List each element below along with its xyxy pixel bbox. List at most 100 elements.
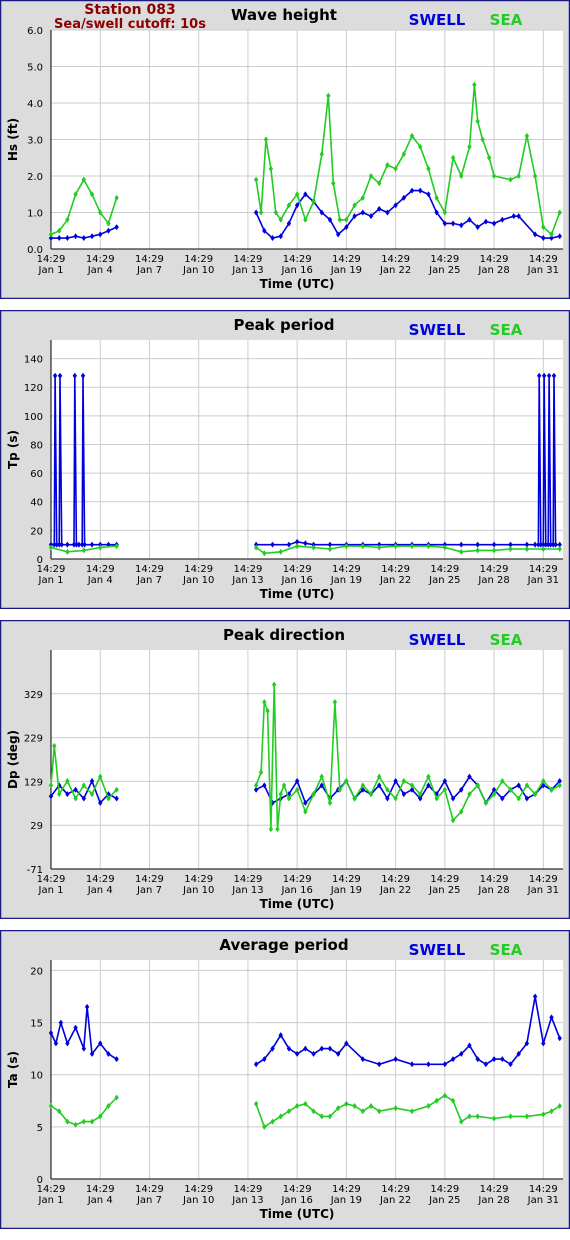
average-period-chart: 0510152014:29Jan 114:29Jan 414:29Jan 714… (0, 929, 570, 1230)
x-axis-label: Time (UTC) (260, 277, 335, 291)
x-tick-time: 14:29 (381, 1184, 410, 1195)
y-axis-label: Tp (s) (6, 430, 20, 469)
x-tick-time: 14:29 (283, 254, 312, 265)
x-tick-date: Jan 4 (87, 1195, 113, 1206)
x-tick-date: Jan 13 (231, 575, 263, 586)
peak-direction-panel: -71 29 129 229 329 14:29 Jan 1 14:29 Jan 4 14:29 J… (0, 619, 570, 920)
x-tick-date: Jan 28 (477, 265, 509, 276)
x-tick-time: 14:29 (135, 1184, 164, 1195)
x-tick-date: Jan 13 (231, 1195, 263, 1206)
x-tick-date: Jan 7 (136, 575, 162, 586)
wave-height-chart: 0.01.02.03.04.05.06.014:29Jan 114:29Jan … (0, 0, 570, 300)
average-period-panel: 0 5 10 15 20 14:29 Jan 1 14:29 Jan 4 14:29 Jan 7 14… (0, 929, 570, 1230)
x-tick-time: 14:29 (430, 1184, 459, 1195)
x-tick-time: 14:29 (234, 254, 263, 265)
x-tick-date: Jan 25 (428, 885, 460, 896)
legend-sea: SEA (490, 631, 523, 649)
x-tick-date: Jan 22 (379, 1195, 411, 1206)
x-tick-time: 14:29 (184, 254, 213, 265)
legend-swell: SWELL (409, 631, 466, 649)
y-tick-label: 1.0 (27, 209, 43, 220)
y-tick-label: 329 (24, 690, 43, 701)
y-tick-label: 229 (24, 734, 43, 745)
legend-sea: SEA (490, 11, 523, 29)
x-tick-date: Jan 13 (231, 885, 263, 896)
x-tick-time: 14:29 (529, 254, 558, 265)
x-tick-time: 14:29 (135, 254, 164, 265)
x-tick-date: Jan 31 (527, 885, 559, 896)
x-tick-time: 14:29 (184, 564, 213, 575)
y-tick-label: 2.0 (27, 172, 43, 183)
x-tick-date: Jan 22 (379, 265, 411, 276)
x-tick-date: Jan 28 (477, 1195, 509, 1206)
y-tick-label: 129 (24, 777, 43, 788)
x-tick-date: Jan 16 (280, 885, 312, 896)
x-tick-date: Jan 16 (280, 575, 312, 586)
y-tick-label: 20 (30, 966, 43, 977)
x-axis-label: Time (UTC) (260, 587, 335, 601)
chart-title: Wave height (231, 6, 337, 24)
x-tick-date: Jan 19 (330, 575, 362, 586)
y-tick-label: 15 (30, 1019, 43, 1030)
x-tick-date: Jan 7 (136, 265, 162, 276)
x-tick-time: 14:29 (480, 874, 509, 885)
x-tick-time: 14:29 (381, 564, 410, 575)
x-tick-date: Jan 25 (428, 1195, 460, 1206)
x-tick-date: Jan 1 (38, 575, 64, 586)
y-tick-label: 5.0 (27, 63, 43, 74)
y-tick-label: 10 (30, 1071, 43, 1082)
x-tick-date: Jan 4 (87, 885, 113, 896)
x-tick-date: Jan 31 (527, 265, 559, 276)
x-tick-date: Jan 31 (527, 1195, 559, 1206)
x-tick-date: Jan 1 (38, 1195, 64, 1206)
x-tick-time: 14:29 (234, 874, 263, 885)
plot-area (51, 960, 563, 1179)
station-name: Station 083 (84, 2, 175, 18)
x-tick-date: Jan 1 (38, 265, 64, 276)
x-tick-date: Jan 19 (330, 265, 362, 276)
plot-area (51, 650, 563, 869)
peak-direction-chart: -712912922932914:29Jan 114:29Jan 414:29J… (0, 619, 570, 920)
x-tick-date: Jan 22 (379, 575, 411, 586)
x-tick-time: 14:29 (37, 254, 66, 265)
y-tick-label: 140 (24, 355, 43, 366)
y-tick-label: 4.0 (27, 99, 43, 110)
x-tick-date: Jan 22 (379, 885, 411, 896)
x-tick-date: Jan 4 (87, 575, 113, 586)
x-tick-date: Jan 10 (182, 575, 214, 586)
legend-swell: SWELL (409, 11, 466, 29)
wave-height-panel: 0.0 1.0 2.0 3.0 4.0 5.0 6.0 14:29 Jan 1 14:29 Jan … (0, 0, 570, 300)
x-tick-time: 14:29 (37, 874, 66, 885)
y-tick-label: 80 (30, 440, 43, 451)
x-tick-time: 14:29 (332, 874, 361, 885)
x-tick-time: 14:29 (37, 564, 66, 575)
x-tick-time: 14:29 (529, 874, 558, 885)
x-tick-date: Jan 1 (38, 885, 64, 896)
x-tick-date: Jan 19 (330, 885, 362, 896)
x-tick-time: 14:29 (234, 564, 263, 575)
legend-sea: SEA (490, 941, 523, 959)
x-tick-time: 14:29 (184, 874, 213, 885)
x-tick-time: 14:29 (135, 564, 164, 575)
x-tick-time: 14:29 (430, 564, 459, 575)
legend-swell: SWELL (409, 321, 466, 339)
x-tick-time: 14:29 (480, 1184, 509, 1195)
x-tick-date: Jan 28 (477, 885, 509, 896)
x-tick-date: Jan 19 (330, 1195, 362, 1206)
x-tick-time: 14:29 (184, 1184, 213, 1195)
x-tick-time: 14:29 (135, 874, 164, 885)
x-tick-date: Jan 10 (182, 885, 214, 896)
cutoff-label: Sea/swell cutoff: 10s (54, 17, 206, 32)
y-tick-label: 40 (30, 498, 43, 509)
y-tick-label: 5 (37, 1123, 43, 1134)
x-tick-time: 14:29 (381, 874, 410, 885)
x-tick-time: 14:29 (37, 1184, 66, 1195)
x-tick-time: 14:29 (332, 1184, 361, 1195)
x-tick-time: 14:29 (86, 254, 115, 265)
chart-title: Average period (219, 936, 348, 954)
x-axis-label: Time (UTC) (260, 1207, 335, 1221)
x-tick-date: Jan 7 (136, 1195, 162, 1206)
x-tick-time: 14:29 (529, 1184, 558, 1195)
y-tick-label: 6.0 (27, 26, 43, 37)
x-tick-date: Jan 10 (182, 265, 214, 276)
